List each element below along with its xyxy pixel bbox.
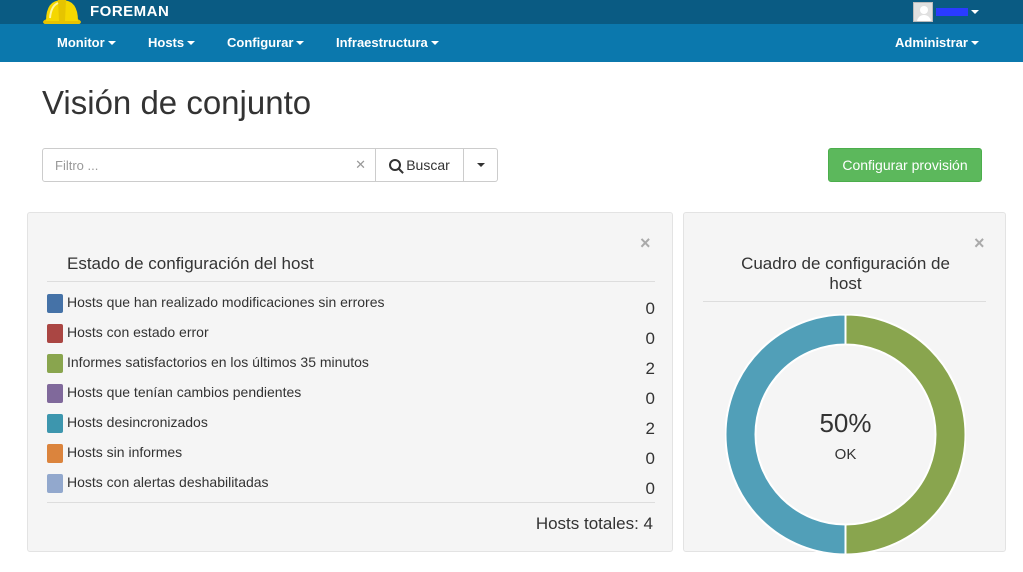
- legend-swatch: [47, 444, 63, 463]
- avatar: [913, 1, 933, 22]
- nav-item-administrar[interactable]: Administrar: [895, 24, 979, 62]
- legend-label[interactable]: Hosts sin informes: [67, 444, 182, 460]
- legend-count: 0: [645, 449, 655, 468]
- legend-swatch: [47, 384, 63, 403]
- legend-item[interactable]: Hosts que han realizado modificaciones s…: [47, 292, 655, 318]
- legend-item[interactable]: Hosts sin informes 0: [47, 442, 655, 468]
- nav-item-hosts[interactable]: Hosts: [148, 24, 196, 62]
- legend-count: 0: [645, 329, 655, 348]
- brand-name[interactable]: FOREMAN: [90, 3, 169, 20]
- donut-center-percent: 50%: [819, 408, 872, 438]
- legend-item[interactable]: Hosts con estado error 0: [47, 322, 655, 348]
- legend-item[interactable]: Hosts desincronizados 2: [47, 412, 655, 438]
- search-input[interactable]: [43, 149, 375, 181]
- main-nav: Monitor Hosts Configurar Infraestructura…: [0, 24, 1023, 62]
- legend-label[interactable]: Informes satisfactorios en los últimos 3…: [67, 354, 369, 370]
- legend-swatch: [47, 414, 63, 433]
- page-title: Visión de conjunto: [42, 84, 312, 121]
- widget-title: Estado de configuración del host: [67, 254, 314, 273]
- legend-label[interactable]: Hosts desincronizados: [67, 414, 208, 430]
- search-icon: [389, 159, 402, 171]
- user-name[interactable]: admin: [936, 7, 968, 16]
- nav-item-configurar[interactable]: Configurar: [227, 24, 305, 62]
- chevron-down-icon: [476, 163, 485, 167]
- configure-provision-button[interactable]: Configurar provisión: [828, 148, 982, 182]
- close-icon[interactable]: ×: [974, 233, 985, 254]
- search-button[interactable]: Buscar: [376, 148, 464, 182]
- legend-item[interactable]: Hosts con alertas deshabilitadas 0: [47, 472, 655, 498]
- close-icon[interactable]: ×: [640, 233, 651, 254]
- chevron-down-icon: [187, 41, 196, 45]
- chevron-down-icon: [970, 41, 979, 45]
- legend-item[interactable]: Informes satisfactorios en los últimos 3…: [47, 352, 655, 378]
- legend-count: 0: [645, 299, 655, 318]
- legend-count: 0: [645, 389, 655, 408]
- nav-item-infraestructura[interactable]: Infraestructura: [336, 24, 439, 62]
- donut-center-label: OK: [834, 446, 857, 463]
- host-config-chart-widget: × Cuadro de configuración de host 50% OK: [683, 212, 1006, 555]
- legend-label[interactable]: Hosts con alertas deshabilitadas: [67, 474, 269, 490]
- chevron-down-icon: [971, 9, 979, 14]
- legend-item[interactable]: Hosts que tenían cambios pendientes 0: [47, 382, 655, 408]
- legend-label[interactable]: Hosts que tenían cambios pendientes: [67, 384, 301, 400]
- search-bar: ✕ Buscar: [42, 148, 498, 182]
- widget-title: Cuadro de configuración de host: [741, 254, 950, 293]
- search-bookmarks-dropdown[interactable]: [464, 148, 498, 182]
- clear-icon[interactable]: ✕: [355, 157, 366, 173]
- total-hosts: Hosts totales: 4: [535, 514, 653, 533]
- legend-count: 0: [645, 479, 655, 498]
- legend-swatch: [47, 354, 63, 373]
- top-bar: FOREMAN admin: [0, 0, 1023, 27]
- chevron-down-icon: [296, 41, 305, 45]
- nav-item-monitor[interactable]: Monitor: [57, 24, 116, 62]
- legend-swatch: [47, 324, 63, 343]
- user-menu[interactable]: admin: [913, 1, 979, 22]
- legend-label[interactable]: Hosts con estado error: [67, 324, 209, 340]
- legend-count: 2: [645, 359, 655, 378]
- legend-label[interactable]: Hosts que han realizado modificaciones s…: [67, 294, 385, 310]
- legend-count: 2: [645, 419, 655, 438]
- host-config-status-widget: × Estado de configuración del host Hosts…: [27, 212, 673, 552]
- legend-swatch: [47, 474, 63, 493]
- chevron-down-icon: [107, 41, 116, 45]
- chevron-down-icon: [430, 41, 439, 45]
- legend-swatch: [47, 294, 63, 313]
